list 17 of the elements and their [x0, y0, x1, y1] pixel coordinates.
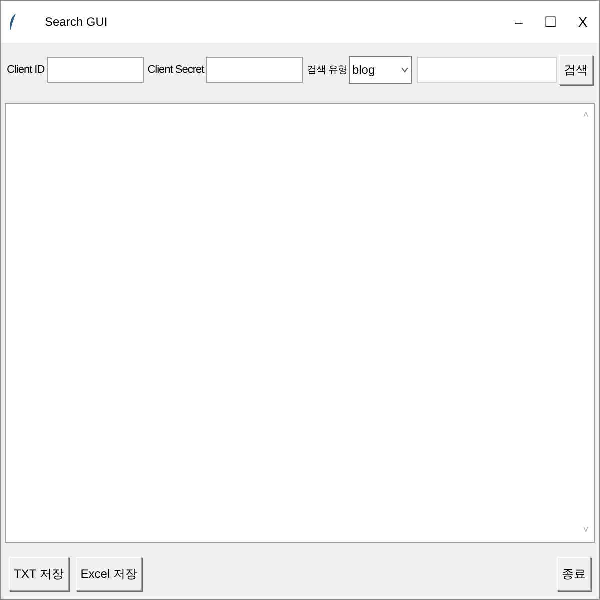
search-type-label: 검색 유형: [307, 64, 348, 78]
client-id-field[interactable]: [46, 57, 144, 83]
quit-button[interactable]: 종료: [557, 557, 591, 591]
client-id-label: Client ID: [7, 62, 45, 78]
maximize-button[interactable]: ☐: [535, 6, 567, 38]
search-type-dropdown[interactable]: blog: [349, 56, 412, 84]
feather-icon: [9, 14, 17, 30]
search-button[interactable]: 검색: [559, 55, 593, 85]
minimize-button[interactable]: –: [503, 6, 535, 38]
client-secret-field[interactable]: [206, 57, 304, 83]
client-secret-label: Client Secret: [148, 62, 204, 78]
close-button[interactable]: X: [567, 6, 599, 38]
dropdown-caret-icon: [401, 67, 409, 73]
search-field[interactable]: [417, 57, 557, 83]
save-button[interactable]: TXT 저장: [9, 557, 69, 591]
save-button[interactable]: Excel 저장: [76, 557, 142, 591]
window-title: Search GUI: [45, 14, 108, 31]
